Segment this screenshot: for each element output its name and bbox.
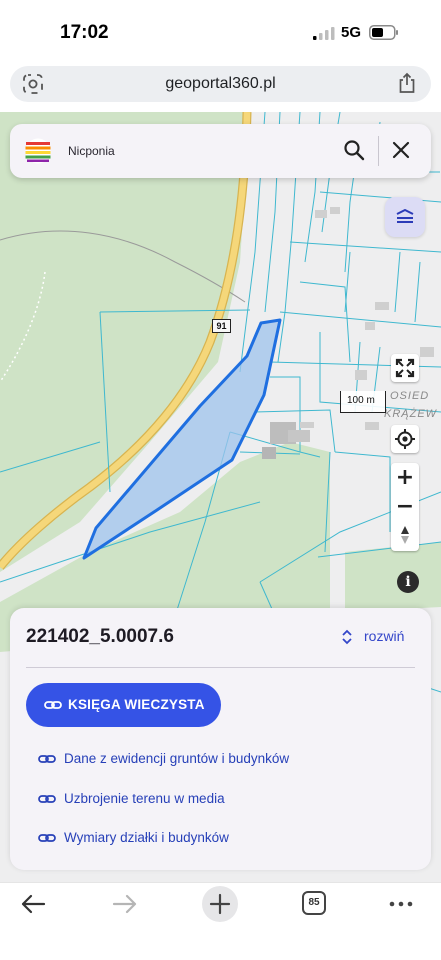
search-separator — [378, 136, 379, 166]
compass-icon[interactable] — [391, 521, 419, 549]
search-card[interactable]: Nicponia — [10, 124, 431, 178]
zoom-out-button[interactable]: − — [391, 493, 419, 521]
address-bar[interactable]: geoportal360.pl — [10, 66, 431, 102]
road-number-badge: 91 — [212, 319, 231, 333]
battery-icon — [369, 25, 398, 40]
link-land-records-label[interactable]: Dane z ewidencji gruntów i budynków — [64, 751, 289, 766]
forest-area-east — [345, 542, 441, 612]
fullscreen-button[interactable] — [391, 354, 419, 382]
layers-icon — [396, 209, 414, 223]
locate-button[interactable] — [391, 425, 419, 453]
expand-chevrons-icon — [342, 629, 352, 645]
search-icon[interactable] — [343, 139, 365, 161]
link-icon — [38, 755, 56, 763]
share-icon[interactable] — [397, 72, 417, 94]
link-utilities-label[interactable]: Uzbrojenie terenu w media — [64, 791, 225, 806]
map-scale: 100 m — [340, 391, 386, 413]
link-icon — [44, 701, 62, 709]
status-time: 17:02 — [60, 22, 109, 43]
land-register-button[interactable]: KSIĘGA WIECZYSTA — [26, 683, 221, 727]
new-tab-button[interactable] — [202, 886, 238, 922]
url-text[interactable]: geoportal360.pl — [10, 75, 431, 93]
browser-toolbar: 85 — [0, 882, 441, 960]
link-dimensions-label[interactable]: Wymiary działki i budynków — [64, 830, 229, 845]
forward-arrow-icon[interactable] — [112, 893, 138, 915]
expand-label[interactable]: rozwiń — [364, 628, 404, 644]
info-button[interactable]: i — [397, 571, 419, 593]
search-input[interactable]: Nicponia — [68, 144, 115, 158]
link-icon — [38, 795, 56, 803]
app-root: 17:02 5G geoportal360.pl 91 OSIED KRĄŻEW… — [0, 0, 441, 960]
scale-label: 100 m — [347, 395, 375, 406]
link-icon — [38, 834, 56, 842]
back-arrow-icon[interactable] — [20, 893, 46, 915]
close-icon[interactable] — [391, 140, 411, 160]
crosshair-icon — [395, 429, 415, 449]
locality-label-2: KRĄŻEW — [384, 408, 438, 420]
more-icon[interactable] — [388, 895, 414, 913]
layers-button[interactable] — [385, 197, 425, 237]
road-number-text: 91 — [216, 321, 227, 331]
parcel-info-panel: 221402_5.0007.6 rozwiń KSIĘGA WIECZYSTA … — [10, 608, 431, 870]
land-register-label[interactable]: KSIĘGA WIECZYSTA — [68, 697, 205, 712]
parcel-id: 221402_5.0007.6 — [26, 626, 174, 647]
fullscreen-icon — [395, 358, 415, 378]
network-type: 5G — [341, 24, 362, 41]
locality-label-1: OSIED — [390, 390, 430, 402]
tabs-button[interactable]: 85 — [302, 891, 326, 915]
signal-icon — [313, 27, 335, 40]
zoom-controls: + − — [391, 463, 419, 551]
panel-divider — [26, 667, 415, 668]
geoportal-logo-icon — [25, 138, 51, 164]
zoom-in-button[interactable]: + — [391, 464, 419, 492]
status-bar: 17:02 5G — [0, 0, 441, 64]
plus-icon — [209, 893, 231, 915]
